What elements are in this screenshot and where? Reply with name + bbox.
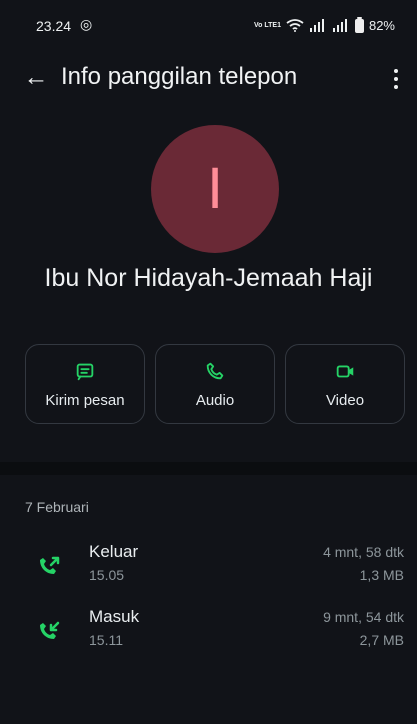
status-bar: 23.24 ◎ Vo LTE1 82% — [0, 0, 417, 52]
outgoing-call-icon — [40, 556, 60, 574]
system-status-icons: Vo LTE1 82% — [254, 17, 395, 33]
call-data-size: 1,3 MB — [359, 567, 404, 583]
avatar-initial: I — [206, 156, 224, 221]
call-date: 7 Februari — [25, 499, 89, 515]
call-direction-label: Masuk — [89, 607, 140, 626]
contact-header-section: 23.24 ◎ Vo LTE1 82% ← Info panggilan tel… — [0, 0, 417, 462]
video-icon — [336, 365, 354, 377]
call-duration: 9 mnt, 54 dtk — [323, 609, 404, 625]
signal-icon — [309, 19, 324, 32]
secondary-signal-icon — [332, 19, 347, 32]
battery-percentage: 82% — [368, 17, 395, 33]
incoming-call-icon — [40, 621, 60, 639]
battery-icon — [354, 17, 364, 33]
menu-dot — [394, 69, 398, 73]
send-message-button[interactable]: Kirim pesan — [25, 344, 145, 424]
alarm-icon: ◎ — [80, 16, 93, 32]
page-title: Info panggilan telepon — [61, 63, 298, 90]
menu-dot — [394, 77, 398, 81]
status-time: 23.24 — [36, 18, 72, 34]
call-data-size: 2,7 MB — [359, 632, 404, 648]
send-message-label: Kirim pesan — [45, 391, 125, 409]
video-call-label: Video — [325, 391, 365, 409]
menu-dot — [394, 85, 398, 89]
section-divider — [0, 462, 417, 475]
contact-name: Ibu Nor Hidayah-Jemaah Haji — [44, 264, 373, 292]
contact-actions: Kirim pesan Audio Video — [25, 344, 407, 424]
call-duration: 4 mnt, 58 dtk — [323, 544, 404, 560]
call-direction-label: Keluar — [89, 542, 139, 561]
back-arrow-icon[interactable]: ← — [18, 61, 54, 93]
call-history-section: 7 Februari Keluar 15.05 4 mnt, 58 dtk 1,… — [0, 475, 417, 724]
more-options-icon[interactable] — [385, 62, 407, 96]
call-info-screen: 23.24 ◎ Vo LTE1 82% ← Info panggilan tel… — [0, 0, 417, 724]
call-history-row[interactable]: Masuk 15.11 9 mnt, 54 dtk 2,7 MB — [0, 607, 417, 669]
audio-call-button[interactable]: Audio — [155, 344, 275, 424]
volte-indicator: Vo LTE1 — [254, 21, 281, 29]
call-time: 15.05 — [89, 567, 125, 583]
top-app-bar: ← Info panggilan telepon — [0, 52, 417, 104]
wifi-icon — [286, 19, 304, 32]
phone-icon — [206, 362, 224, 379]
call-history-row[interactable]: Keluar 15.05 4 mnt, 58 dtk 1,3 MB — [0, 542, 417, 604]
contact-avatar[interactable]: I — [151, 125, 279, 253]
audio-call-label: Audio — [195, 391, 235, 409]
video-call-button[interactable]: Video — [285, 344, 405, 424]
call-time: 15.11 — [89, 632, 123, 648]
message-icon — [76, 363, 94, 380]
